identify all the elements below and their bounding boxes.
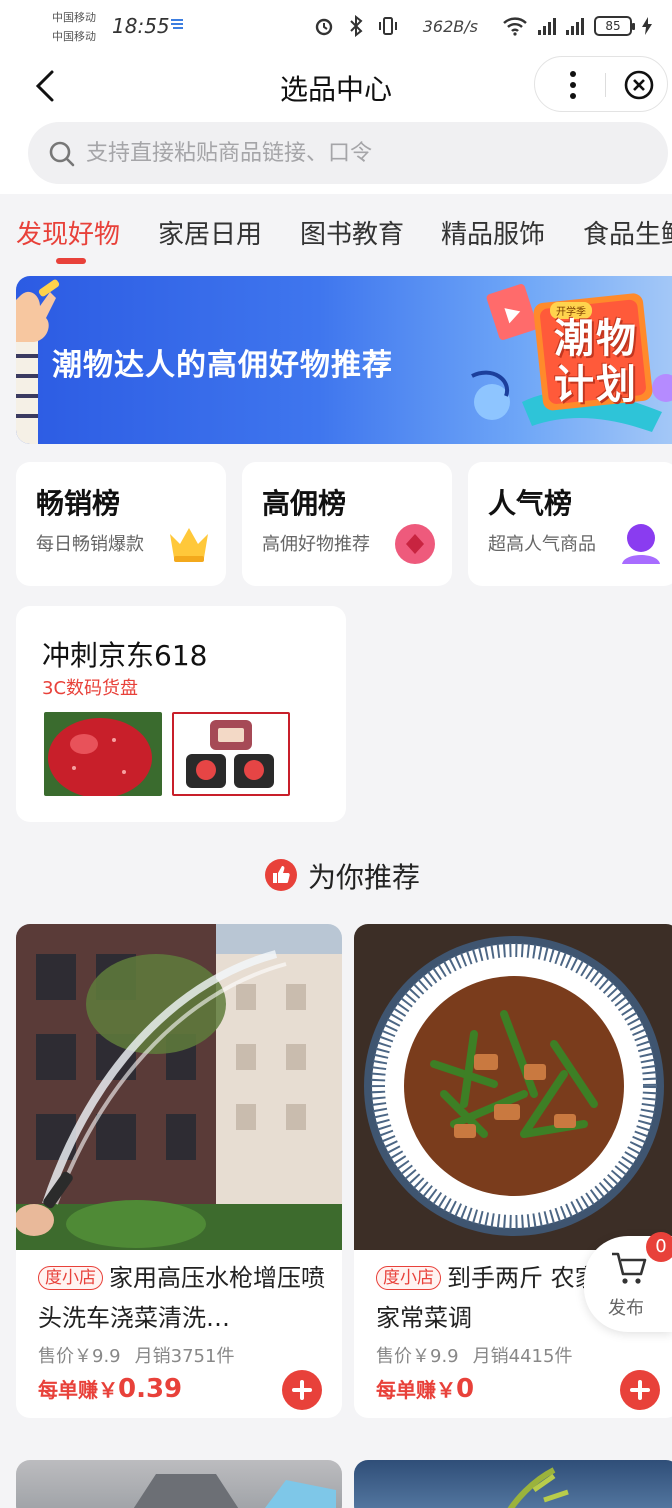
wifi-icon xyxy=(503,17,527,36)
rank-card-commission[interactable]: 高佣榜 高佣好物推荐 xyxy=(242,462,452,586)
water-gun-product-image xyxy=(16,924,342,1250)
cart-count-badge: 0 xyxy=(646,1232,672,1262)
vibrate-icon xyxy=(378,17,397,35)
status-bar: 中国移动 中国移动 18:55 362B/s 85 xyxy=(0,0,672,52)
category-tabs: 发现好物 家居日用 图书教育 精品服饰 食品生鲜 xyxy=(0,194,672,268)
sauce-jars-image xyxy=(172,712,290,796)
earn-amount: 0 xyxy=(456,1374,475,1404)
product-card[interactable]: 度小店 到手两斤 农家小炒酱家常菜调 售价￥9.9 月销4415件 每单赚￥0 xyxy=(354,924,672,1418)
alarm-icon xyxy=(315,18,332,36)
carrier-info: 中国移动 中国移动 xyxy=(52,8,96,46)
banner-badge: 潮物 计划 xyxy=(536,316,656,408)
promo-banner[interactable]: 潮物达人的高佣好物推荐 开学季 潮物 计划 xyxy=(16,276,672,444)
product-price: 售价￥9.9 xyxy=(38,1346,121,1367)
earn-label: 每单赚￥ xyxy=(376,1378,456,1402)
search-section xyxy=(0,120,672,194)
rank-card-subtitle: 高佣好物推荐 xyxy=(262,534,370,555)
rank-card-subtitle: 超高人气商品 xyxy=(488,534,596,555)
bluetooth-icon xyxy=(350,15,363,37)
rank-card-subtitle: 每日畅销爆款 xyxy=(36,534,144,555)
cart-icon xyxy=(612,1252,647,1284)
earn-amount: 0.39 xyxy=(118,1374,183,1404)
carrier-label-1: 中国移动 xyxy=(52,11,96,24)
tab-books[interactable]: 图书教育 xyxy=(300,214,404,251)
banner-headline: 潮物达人的高佣好物推荐 xyxy=(52,348,393,383)
product-image-partial xyxy=(507,1467,569,1508)
search-input[interactable] xyxy=(86,134,646,172)
search-bar[interactable] xyxy=(28,122,668,184)
mini-program-capsule xyxy=(534,56,668,112)
recommend-header: 为你推荐 xyxy=(0,852,672,896)
banner-badge-line-1: 潮物 xyxy=(554,316,638,362)
product-price: 售价￥9.9 xyxy=(376,1346,459,1367)
user-icon xyxy=(622,524,660,564)
publish-label: 发布 xyxy=(608,1298,644,1319)
clock: 18:55 xyxy=(112,14,170,38)
product-card[interactable]: 度小店 家用高压水枪增压喷头洗车浇菜清洗… 售价￥9.9 月销3751件 每单赚￥0… xyxy=(16,924,342,1418)
nav-bar: 选品中心 xyxy=(0,52,672,120)
close-icon[interactable] xyxy=(623,69,655,101)
more-options-icon[interactable] xyxy=(563,69,583,101)
charging-icon xyxy=(642,17,652,35)
rank-card-title: 高佣榜 xyxy=(262,487,347,520)
earn-label: 每单赚￥ xyxy=(38,1378,118,1402)
tab-food[interactable]: 食品生鲜 xyxy=(583,214,672,251)
signal-icon xyxy=(538,17,556,35)
promo-subtitle: 3C数码货盘 xyxy=(42,678,139,699)
earn-row: 每单赚￥0 xyxy=(376,1374,474,1404)
shop-tag: 度小店 xyxy=(376,1266,441,1290)
price-row: 售价￥9.9 月销3751件 xyxy=(38,1342,234,1368)
crown-icon xyxy=(170,528,208,562)
signal-icon-2 xyxy=(566,17,584,35)
promo-card-618[interactable]: 冲刺京东618 3C数码货盘 xyxy=(16,606,346,822)
promo-title: 冲刺京东618 xyxy=(42,639,208,672)
rank-card-bestseller[interactable]: 畅销榜 每日畅销爆款 xyxy=(16,462,226,586)
search-icon xyxy=(49,141,75,167)
tab-home[interactable]: 家居日用 xyxy=(158,214,262,251)
product-name: 度小店 家用高压水枪增压喷头洗车浇菜清洗… xyxy=(38,1258,338,1338)
earn-row: 每单赚￥0.39 xyxy=(38,1374,182,1404)
tab-discover[interactable]: 发现好物 xyxy=(16,214,120,251)
product-sales: 月销3751件 xyxy=(134,1346,235,1367)
capsule-divider xyxy=(605,73,606,97)
net-speed: 362B/s xyxy=(422,16,478,36)
diamond-icon xyxy=(395,524,435,564)
product-sales: 月销4415件 xyxy=(472,1346,573,1367)
tab-fashion[interactable]: 精品服饰 xyxy=(441,214,545,251)
active-tab-indicator xyxy=(56,258,86,264)
apple-product-image xyxy=(44,712,162,796)
rank-card-title: 人气榜 xyxy=(488,487,573,520)
battery-indicator: 85 xyxy=(594,16,635,36)
price-row: 售价￥9.9 月销4415件 xyxy=(376,1342,572,1368)
add-product-button[interactable] xyxy=(282,1370,322,1410)
rank-card-title: 畅销榜 xyxy=(36,487,121,520)
recommend-title: 为你推荐 xyxy=(308,861,421,894)
product-image-partial xyxy=(133,1474,336,1508)
message-icon xyxy=(171,19,183,29)
stir-fry-product-image xyxy=(354,924,672,1250)
rank-card-popular[interactable]: 人气榜 超高人气商品 xyxy=(468,462,672,586)
banner-badge-line-2: 计划 xyxy=(554,362,638,408)
carrier-label-2: 中国移动 xyxy=(52,30,96,43)
add-product-button[interactable] xyxy=(620,1370,660,1410)
product-card-next[interactable] xyxy=(16,1460,342,1508)
thumbs-up-icon xyxy=(265,859,297,891)
product-card-next[interactable] xyxy=(354,1460,672,1508)
status-icons: 362B/s 85 xyxy=(313,12,652,40)
shop-tag: 度小店 xyxy=(38,1266,103,1290)
